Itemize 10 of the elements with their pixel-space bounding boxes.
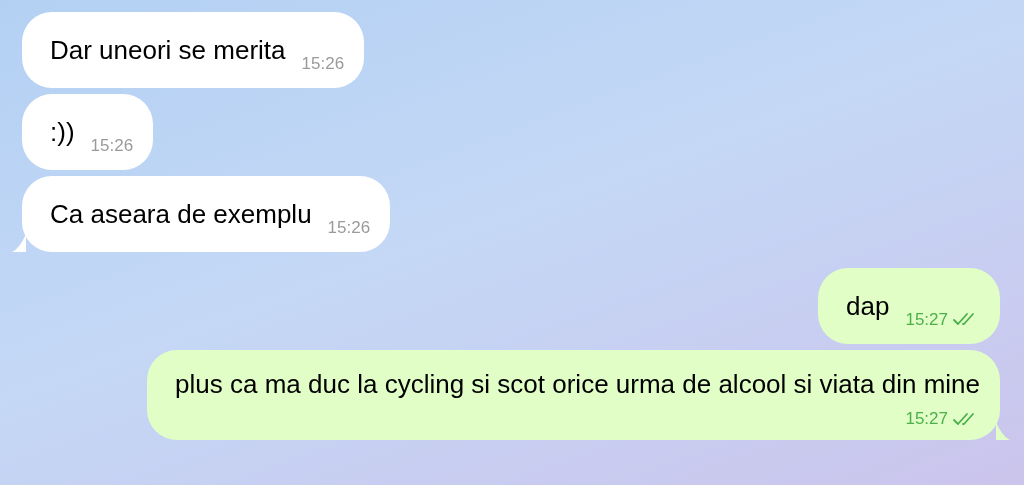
- message-time: 15:26: [301, 52, 345, 75]
- message-text: :)): [50, 116, 75, 149]
- message-text: plus ca ma duc la cycling si scot orice urma de alcool si viata din mine: [175, 369, 980, 399]
- message-time: 15:26: [327, 216, 371, 239]
- message-text: Dar uneori se merita: [50, 34, 286, 67]
- message-time: 15:27: [905, 308, 948, 331]
- message-text: Ca aseara de exemplu: [50, 198, 312, 231]
- message-time: 15:26: [90, 134, 134, 157]
- message-text: dap: [846, 290, 890, 323]
- message-time: 15:27: [905, 408, 948, 430]
